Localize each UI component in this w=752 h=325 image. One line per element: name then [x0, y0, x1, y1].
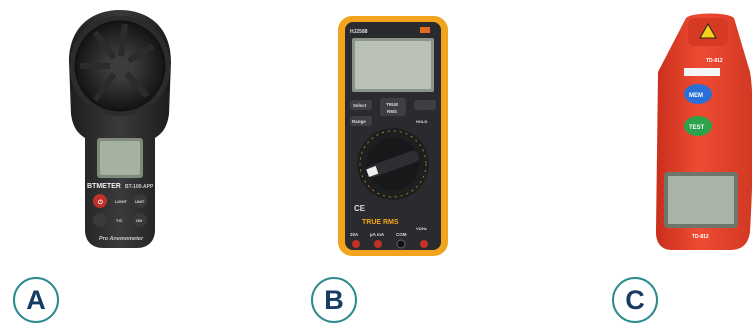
anemometer-image: BTMETER BT-100-APP ⏻ LIGHT UNIT T/C ON P… — [69, 10, 171, 248]
svg-text:µA mA: µA mA — [370, 232, 385, 237]
svg-text:LIGHT: LIGHT — [115, 199, 128, 204]
tachometer-image: TD-812 MEM TEST TD-812 — [656, 13, 752, 250]
svg-text:⏻: ⏻ — [98, 199, 103, 206]
hold-button[interactable] — [414, 100, 436, 110]
svg-text:COM: COM — [396, 232, 407, 237]
svg-text:20A: 20A — [350, 232, 359, 237]
anemometer-subtitle: Pro Anemometer — [99, 236, 144, 242]
svg-text:HOLD: HOLD — [416, 119, 427, 124]
svg-text:VΩHz: VΩHz — [416, 226, 427, 231]
svg-text:RMS: RMS — [387, 109, 397, 114]
true-rms-logo: TRUE RMS — [362, 219, 399, 226]
multimeter-model: HJ2588 — [350, 29, 368, 35]
port-20a[interactable] — [352, 240, 360, 248]
svg-text:Range: Range — [352, 119, 366, 124]
svg-text:UNIT: UNIT — [135, 199, 145, 204]
label-a: A — [26, 284, 46, 315]
port-v-ohm-hz[interactable] — [420, 240, 428, 248]
label-a-badge: A — [13, 277, 59, 323]
label-b-badge: B — [311, 277, 357, 323]
tachometer-model-top: TD-812 — [706, 58, 723, 64]
port-ua-ma[interactable] — [374, 240, 382, 248]
anemometer-brand: BTMETER — [87, 183, 121, 190]
svg-text:TEST: TEST — [689, 125, 705, 131]
multimeter-image: HJ2588 Select TRUE RMS Range HOLD CE TRU… — [338, 16, 448, 256]
label-c: C — [625, 284, 645, 315]
tachometer-model-bottom: TD-812 — [692, 234, 709, 240]
label-c-badge: C — [612, 277, 658, 323]
svg-text:TRUE: TRUE — [386, 102, 398, 107]
svg-text:Select: Select — [353, 103, 367, 108]
anemometer-model: BT-100-APP — [125, 184, 154, 190]
svg-text:MEM: MEM — [689, 93, 703, 99]
svg-text:CE: CE — [354, 204, 366, 213]
svg-text:T/C: T/C — [116, 218, 123, 223]
port-com[interactable] — [396, 239, 406, 249]
anemometer-button-4[interactable] — [93, 213, 107, 227]
label-b: B — [324, 284, 344, 315]
svg-text:ON: ON — [136, 218, 142, 223]
